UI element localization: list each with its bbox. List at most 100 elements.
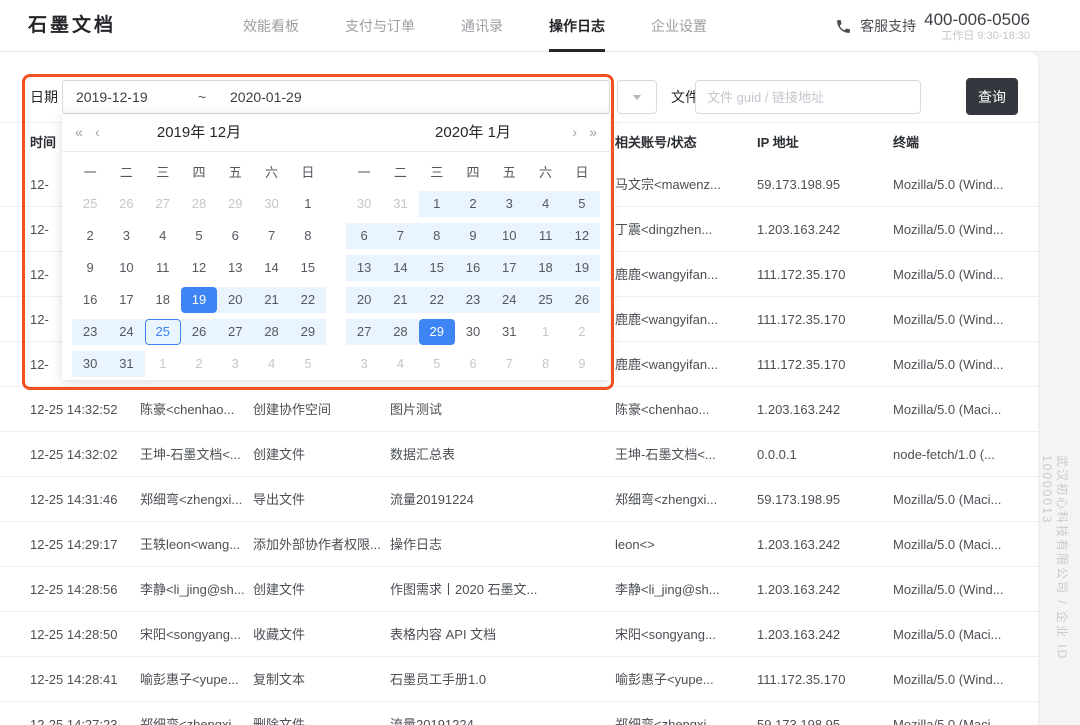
calendar-day[interactable]: 2: [455, 191, 491, 217]
calendar-day[interactable]: 5: [564, 191, 600, 217]
calendar-day[interactable]: 11: [527, 223, 563, 249]
calendar-day[interactable]: 16: [72, 287, 108, 313]
calendar-day[interactable]: 5: [419, 351, 455, 377]
calendar-day[interactable]: 15: [290, 255, 326, 281]
date-preset-dropdown[interactable]: [617, 80, 657, 114]
calendar-day[interactable]: 28: [181, 191, 217, 217]
nav-tab[interactable]: 支付与订单: [345, 0, 415, 52]
next-month-button[interactable]: ›: [569, 114, 580, 152]
calendar-day[interactable]: 5: [290, 351, 326, 377]
calendar-day[interactable]: 26: [108, 191, 144, 217]
query-button[interactable]: 查询: [966, 78, 1018, 115]
calendar-day[interactable]: 9: [455, 223, 491, 249]
calendar-day[interactable]: 27: [346, 319, 382, 345]
calendar-day[interactable]: 3: [217, 351, 253, 377]
cell-terminal: Mozilla/5.0 (Wind...: [893, 207, 1035, 252]
calendar-day[interactable]: 31: [491, 319, 527, 345]
calendar-day[interactable]: 30: [455, 319, 491, 345]
calendar-day[interactable]: 22: [419, 287, 455, 313]
calendar-day[interactable]: 24: [108, 319, 144, 345]
file-guid-input[interactable]: [695, 80, 921, 114]
nav-tab[interactable]: 效能看板: [243, 0, 299, 52]
calendar-panel-december: « ‹ 2019年 12月 一二三四五六日 252627282930123456…: [62, 114, 336, 380]
calendar-day[interactable]: 25: [72, 191, 108, 217]
calendar-day[interactable]: 25: [145, 319, 181, 345]
calendar-day[interactable]: 19: [181, 287, 217, 313]
nav-tab[interactable]: 企业设置: [651, 0, 707, 52]
calendar-day[interactable]: 29: [419, 319, 455, 345]
calendar-day[interactable]: 7: [491, 351, 527, 377]
calendar-day[interactable]: 26: [181, 319, 217, 345]
calendar-day[interactable]: 10: [491, 223, 527, 249]
calendar-day[interactable]: 20: [346, 287, 382, 313]
date-range-input[interactable]: 2019-12-19 ~ 2020-01-29: [62, 80, 610, 114]
calendar-day[interactable]: 18: [145, 287, 181, 313]
nav-tab[interactable]: 操作日志: [549, 0, 605, 52]
calendar-day[interactable]: 4: [382, 351, 418, 377]
calendar-day[interactable]: 28: [382, 319, 418, 345]
calendar-day[interactable]: 18: [527, 255, 563, 281]
calendar-day[interactable]: 9: [72, 255, 108, 281]
calendar-day[interactable]: 29: [290, 319, 326, 345]
calendar-day[interactable]: 19: [564, 255, 600, 281]
calendar-day[interactable]: 6: [217, 223, 253, 249]
calendar-day[interactable]: 3: [108, 223, 144, 249]
calendar-day[interactable]: 4: [145, 223, 181, 249]
calendar-day[interactable]: 30: [253, 191, 289, 217]
calendar-day[interactable]: 14: [253, 255, 289, 281]
calendar-day[interactable]: 6: [455, 351, 491, 377]
calendar-day[interactable]: 6: [346, 223, 382, 249]
calendar-day[interactable]: 13: [217, 255, 253, 281]
calendar-day[interactable]: 24: [491, 287, 527, 313]
calendar-day[interactable]: 14: [382, 255, 418, 281]
calendar-day[interactable]: 20: [217, 287, 253, 313]
calendar-day[interactable]: 2: [181, 351, 217, 377]
calendar-day[interactable]: 12: [564, 223, 600, 249]
calendar-day[interactable]: 31: [108, 351, 144, 377]
calendar-day[interactable]: 1: [145, 351, 181, 377]
calendar-day[interactable]: 21: [382, 287, 418, 313]
calendar-day[interactable]: 30: [346, 191, 382, 217]
calendar-day[interactable]: 8: [290, 223, 326, 249]
calendar-day[interactable]: 28: [253, 319, 289, 345]
calendar-day[interactable]: 26: [564, 287, 600, 313]
calendar-day[interactable]: 23: [72, 319, 108, 345]
calendar-day[interactable]: 4: [253, 351, 289, 377]
next-year-button[interactable]: »: [586, 114, 600, 152]
cell-action: 导出文件: [253, 477, 385, 522]
calendar-day[interactable]: 3: [346, 351, 382, 377]
calendar-day[interactable]: 25: [527, 287, 563, 313]
calendar-day[interactable]: 5: [181, 223, 217, 249]
calendar-day[interactable]: 31: [382, 191, 418, 217]
calendar-day[interactable]: 8: [527, 351, 563, 377]
calendar-day[interactable]: 15: [419, 255, 455, 281]
calendar-day[interactable]: 8: [419, 223, 455, 249]
calendar-day[interactable]: 7: [382, 223, 418, 249]
calendar-day[interactable]: 16: [455, 255, 491, 281]
calendar-day[interactable]: 11: [145, 255, 181, 281]
calendar-day[interactable]: 21: [253, 287, 289, 313]
prev-year-button[interactable]: «: [72, 114, 86, 152]
calendar-day[interactable]: 2: [564, 319, 600, 345]
calendar-day[interactable]: 23: [455, 287, 491, 313]
calendar-day[interactable]: 17: [491, 255, 527, 281]
calendar-day[interactable]: 1: [527, 319, 563, 345]
calendar-day[interactable]: 27: [145, 191, 181, 217]
calendar-day[interactable]: 12: [181, 255, 217, 281]
nav-tab[interactable]: 通讯录: [461, 0, 503, 52]
calendar-day[interactable]: 1: [290, 191, 326, 217]
calendar-day[interactable]: 7: [253, 223, 289, 249]
calendar-day[interactable]: 30: [72, 351, 108, 377]
calendar-day[interactable]: 13: [346, 255, 382, 281]
calendar-day[interactable]: 10: [108, 255, 144, 281]
calendar-day[interactable]: 27: [217, 319, 253, 345]
calendar-day[interactable]: 29: [217, 191, 253, 217]
calendar-day[interactable]: 22: [290, 287, 326, 313]
prev-month-button[interactable]: ‹: [92, 114, 103, 152]
calendar-day[interactable]: 1: [419, 191, 455, 217]
calendar-day[interactable]: 9: [564, 351, 600, 377]
calendar-day[interactable]: 4: [527, 191, 563, 217]
calendar-day[interactable]: 2: [72, 223, 108, 249]
calendar-day[interactable]: 17: [108, 287, 144, 313]
calendar-day[interactable]: 3: [491, 191, 527, 217]
